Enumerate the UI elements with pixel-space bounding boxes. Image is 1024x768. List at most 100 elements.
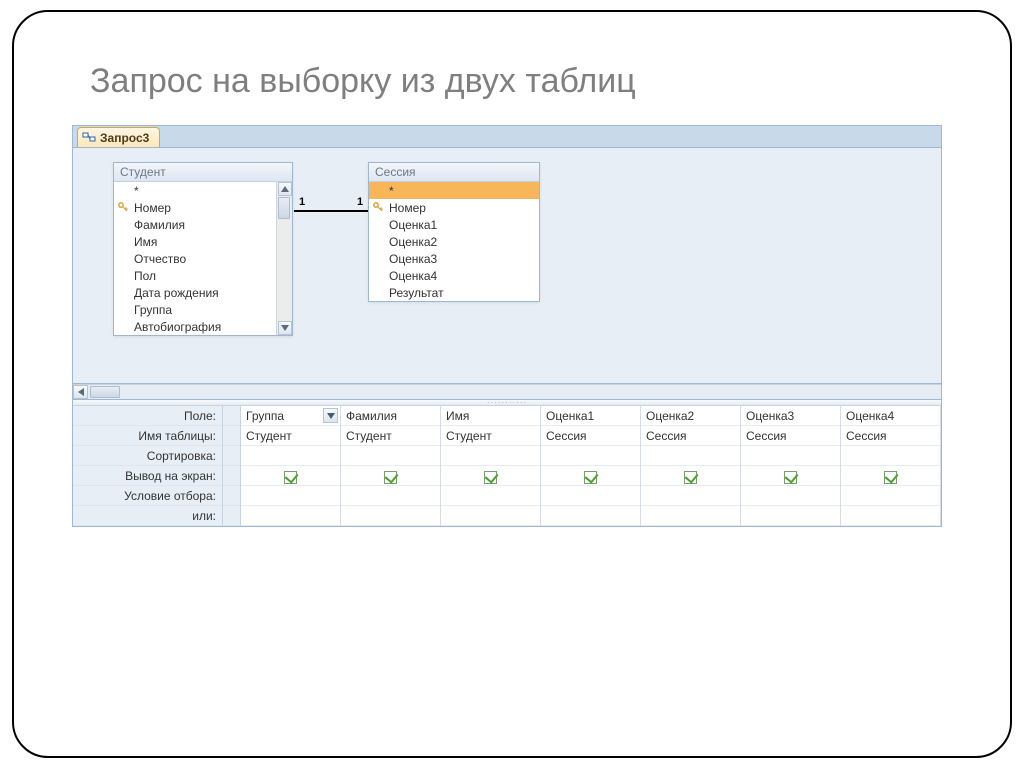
field-item[interactable]: Имя <box>114 233 276 250</box>
cell-criteria[interactable] <box>341 486 440 506</box>
checkbox-checked-icon[interactable] <box>784 471 797 484</box>
table-box-student[interactable]: Студент *НомерФамилияИмяОтчествоПолДата … <box>113 162 293 336</box>
cell-sort[interactable] <box>741 446 840 466</box>
cell-table[interactable]: Студент <box>241 426 340 446</box>
field-item[interactable]: Дата рождения <box>114 284 276 301</box>
relationship-line[interactable] <box>294 210 368 212</box>
hscroll-left-button[interactable] <box>73 385 88 399</box>
cell-criteria[interactable] <box>541 486 640 506</box>
cell-show[interactable] <box>841 466 940 486</box>
grid-column: Оценка1Сессия <box>541 406 641 526</box>
grid-row-labels: Поле: Имя таблицы: Сортировка: Вывод на … <box>73 406 223 526</box>
field-item[interactable]: Фамилия <box>114 216 276 233</box>
cell-show[interactable] <box>241 466 340 486</box>
query-tab[interactable]: Запрос3 <box>77 127 160 147</box>
grid-column: ИмяСтудент <box>441 406 541 526</box>
grid-column: Оценка2Сессия <box>641 406 741 526</box>
query-tab-label: Запрос3 <box>100 131 149 145</box>
grid-column: Оценка4Сессия <box>841 406 941 526</box>
checkbox-checked-icon[interactable] <box>284 471 297 484</box>
field-list-session[interactable]: *НомерОценка1Оценка2Оценка3Оценка4Резуль… <box>369 182 539 301</box>
slide-title: Запрос на выборку из двух таблиц <box>90 62 974 101</box>
cell-criteria[interactable] <box>441 486 540 506</box>
field-item[interactable]: * <box>114 182 276 199</box>
field-item[interactable]: Оценка4 <box>369 267 539 284</box>
scrollbar-student[interactable] <box>276 182 292 335</box>
row-selector-gutter[interactable] <box>223 406 241 526</box>
checkbox-checked-icon[interactable] <box>884 471 897 484</box>
table-title-student: Студент <box>114 163 292 182</box>
field-item[interactable]: Оценка1 <box>369 216 539 233</box>
field-item[interactable]: Группа <box>114 301 276 318</box>
primary-key-icon <box>117 201 130 214</box>
field-item[interactable]: * <box>369 182 539 199</box>
cell-criteria[interactable] <box>241 486 340 506</box>
cell-or[interactable] <box>441 506 540 526</box>
relationship-canvas[interactable]: Студент *НомерФамилияИмяОтчествоПолДата … <box>73 148 941 384</box>
cell-criteria[interactable] <box>641 486 740 506</box>
field-item[interactable]: Оценка2 <box>369 233 539 250</box>
cell-show[interactable] <box>641 466 740 486</box>
scroll-thumb[interactable] <box>278 197 290 219</box>
field-item[interactable]: Оценка3 <box>369 250 539 267</box>
cell-field[interactable]: Оценка2 <box>641 406 740 426</box>
field-item[interactable]: Номер <box>369 199 539 216</box>
cell-show[interactable] <box>541 466 640 486</box>
cell-table[interactable]: Студент <box>441 426 540 446</box>
cell-or[interactable] <box>841 506 940 526</box>
cell-or[interactable] <box>741 506 840 526</box>
field-item[interactable]: Номер <box>114 199 276 216</box>
table-box-session[interactable]: Сессия *НомерОценка1Оценка2Оценка3Оценка… <box>368 162 540 302</box>
cell-field[interactable]: Оценка3 <box>741 406 840 426</box>
cell-table[interactable]: Сессия <box>841 426 940 446</box>
label-criteria: Условие отбора: <box>73 486 222 506</box>
primary-key-icon <box>372 201 385 214</box>
grid-column: Оценка3Сессия <box>741 406 841 526</box>
cell-field[interactable]: Фамилия <box>341 406 440 426</box>
cell-table[interactable]: Студент <box>341 426 440 446</box>
relationship-right-label: 1 <box>357 196 363 208</box>
cell-or[interactable] <box>241 506 340 526</box>
cell-table[interactable]: Сессия <box>641 426 740 446</box>
cell-sort[interactable] <box>241 446 340 466</box>
cell-sort[interactable] <box>441 446 540 466</box>
tab-bar: Запрос3 <box>73 126 941 148</box>
checkbox-checked-icon[interactable] <box>584 471 597 484</box>
cell-show[interactable] <box>741 466 840 486</box>
cell-field[interactable]: Оценка4 <box>841 406 940 426</box>
cell-or[interactable] <box>541 506 640 526</box>
cell-field[interactable]: Оценка1 <box>541 406 640 426</box>
cell-or[interactable] <box>641 506 740 526</box>
query-icon <box>82 131 96 145</box>
label-sort: Сортировка: <box>73 446 222 466</box>
scroll-up-button[interactable] <box>278 182 292 196</box>
cell-criteria[interactable] <box>841 486 940 506</box>
field-list-student[interactable]: *НомерФамилияИмяОтчествоПолДата рождения… <box>114 182 276 335</box>
label-or: или: <box>73 506 222 526</box>
cell-sort[interactable] <box>341 446 440 466</box>
checkbox-checked-icon[interactable] <box>484 471 497 484</box>
dropdown-arrow-icon[interactable] <box>323 408 338 423</box>
field-item[interactable]: Результат <box>369 284 539 301</box>
field-item[interactable]: Отчество <box>114 250 276 267</box>
hscroll-thumb[interactable] <box>90 386 120 398</box>
scroll-down-button[interactable] <box>278 321 292 335</box>
field-item[interactable]: Пол <box>114 267 276 284</box>
cell-or[interactable] <box>341 506 440 526</box>
checkbox-checked-icon[interactable] <box>384 471 397 484</box>
cell-table[interactable]: Сессия <box>541 426 640 446</box>
cell-sort[interactable] <box>541 446 640 466</box>
cell-show[interactable] <box>441 466 540 486</box>
table-title-session: Сессия <box>369 163 539 182</box>
cell-criteria[interactable] <box>741 486 840 506</box>
cell-sort[interactable] <box>841 446 940 466</box>
cell-field[interactable]: Имя <box>441 406 540 426</box>
cell-table[interactable]: Сессия <box>741 426 840 446</box>
cell-sort[interactable] <box>641 446 740 466</box>
field-item[interactable]: Автобиография <box>114 318 276 335</box>
access-query-designer: Запрос3 Студент *НомерФамилияИмяОтчество… <box>72 125 942 527</box>
checkbox-checked-icon[interactable] <box>684 471 697 484</box>
label-table: Имя таблицы: <box>73 426 222 446</box>
cell-field[interactable]: Группа <box>241 406 340 426</box>
cell-show[interactable] <box>341 466 440 486</box>
